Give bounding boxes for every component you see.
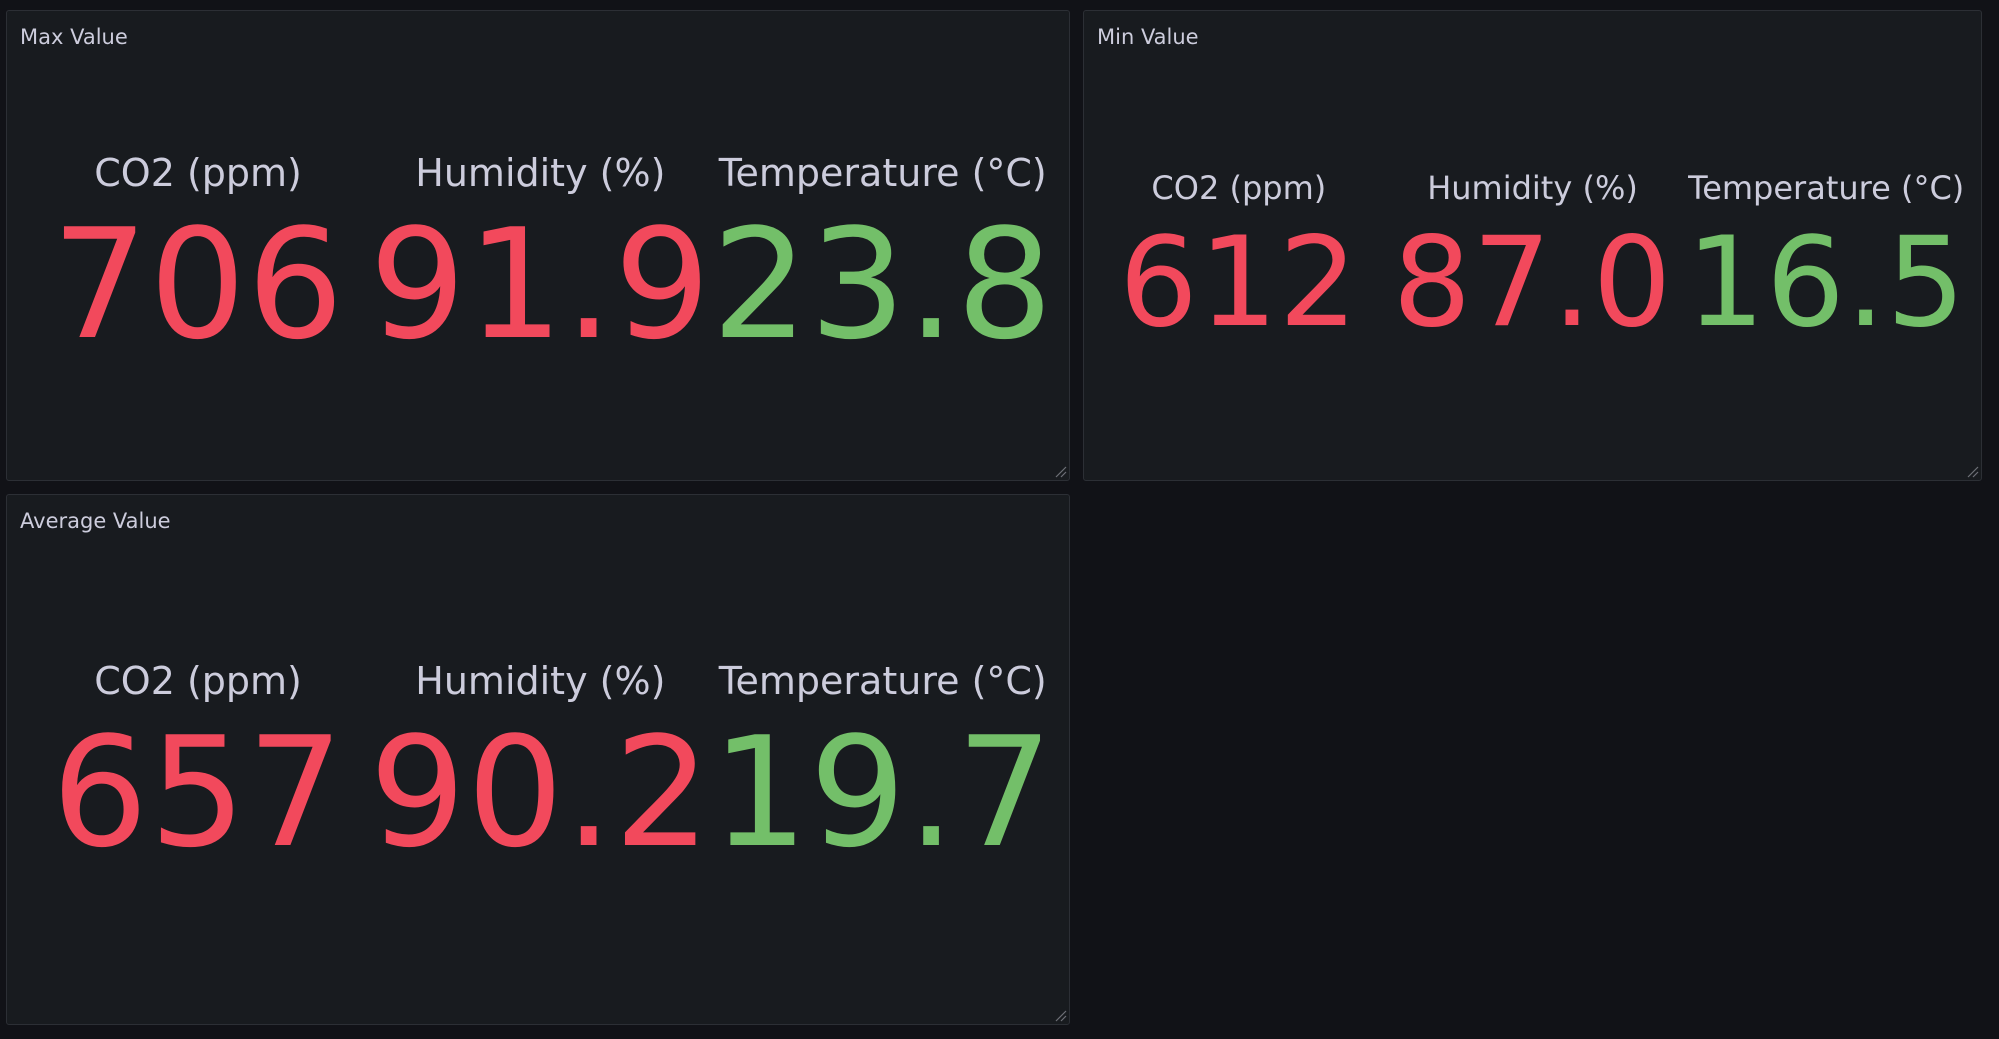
max-value-panel[interactable]: Max Value CO2 (ppm) 706 Humidity (%) 91.…	[6, 10, 1070, 481]
resize-handle-icon[interactable]	[1053, 464, 1067, 478]
resize-handle-icon[interactable]	[1965, 464, 1979, 478]
stat-label: Humidity (%)	[415, 659, 666, 703]
stat-value: 612	[1118, 211, 1359, 355]
resize-handle-icon[interactable]	[1053, 1008, 1067, 1022]
average-value-panel[interactable]: Average Value CO2 (ppm) 657 Humidity (%)…	[6, 494, 1070, 1025]
stat-humidity: Humidity (%) 91.9	[369, 151, 711, 361]
stat-temperature: Temperature (°C) 16.5	[1679, 169, 1973, 345]
panel-title[interactable]: Average Value	[20, 509, 171, 533]
stat-co2: CO2 (ppm) 612	[1092, 169, 1386, 345]
stat-label: CO2 (ppm)	[94, 151, 302, 195]
stat-value: 706	[51, 196, 345, 373]
min-value-panel[interactable]: Min Value CO2 (ppm) 612 Humidity (%) 87.…	[1083, 10, 1982, 481]
panel-title[interactable]: Max Value	[20, 25, 128, 49]
stat-humidity: Humidity (%) 87.0	[1386, 169, 1680, 345]
stat-value: 87.0	[1392, 211, 1673, 355]
stat-value: 91.9	[369, 196, 712, 373]
stat-humidity: Humidity (%) 90.2	[369, 659, 711, 869]
stat-co2: CO2 (ppm) 657	[27, 659, 369, 869]
stat-row: CO2 (ppm) 657 Humidity (%) 90.2 Temperat…	[7, 659, 1069, 869]
stat-label: Temperature (°C)	[718, 659, 1047, 703]
stat-label: CO2 (ppm)	[94, 659, 302, 703]
stat-temperature: Temperature (°C) 19.7	[712, 659, 1054, 869]
stat-value: 19.7	[711, 704, 1054, 881]
stat-label: Humidity (%)	[1427, 169, 1638, 207]
panel-title[interactable]: Min Value	[1097, 25, 1199, 49]
stat-label: Temperature (°C)	[1688, 169, 1965, 207]
stat-value: 90.2	[369, 704, 712, 881]
stat-value: 23.8	[711, 196, 1054, 373]
stat-temperature: Temperature (°C) 23.8	[712, 151, 1054, 361]
stat-label: Humidity (%)	[415, 151, 666, 195]
stat-value: 16.5	[1686, 211, 1967, 355]
stat-co2: CO2 (ppm) 706	[27, 151, 369, 361]
stat-row: CO2 (ppm) 612 Humidity (%) 87.0 Temperat…	[1084, 169, 1981, 345]
stat-label: Temperature (°C)	[718, 151, 1047, 195]
stat-row: CO2 (ppm) 706 Humidity (%) 91.9 Temperat…	[7, 151, 1069, 361]
stat-value: 657	[51, 704, 345, 881]
stat-label: CO2 (ppm)	[1151, 169, 1327, 207]
